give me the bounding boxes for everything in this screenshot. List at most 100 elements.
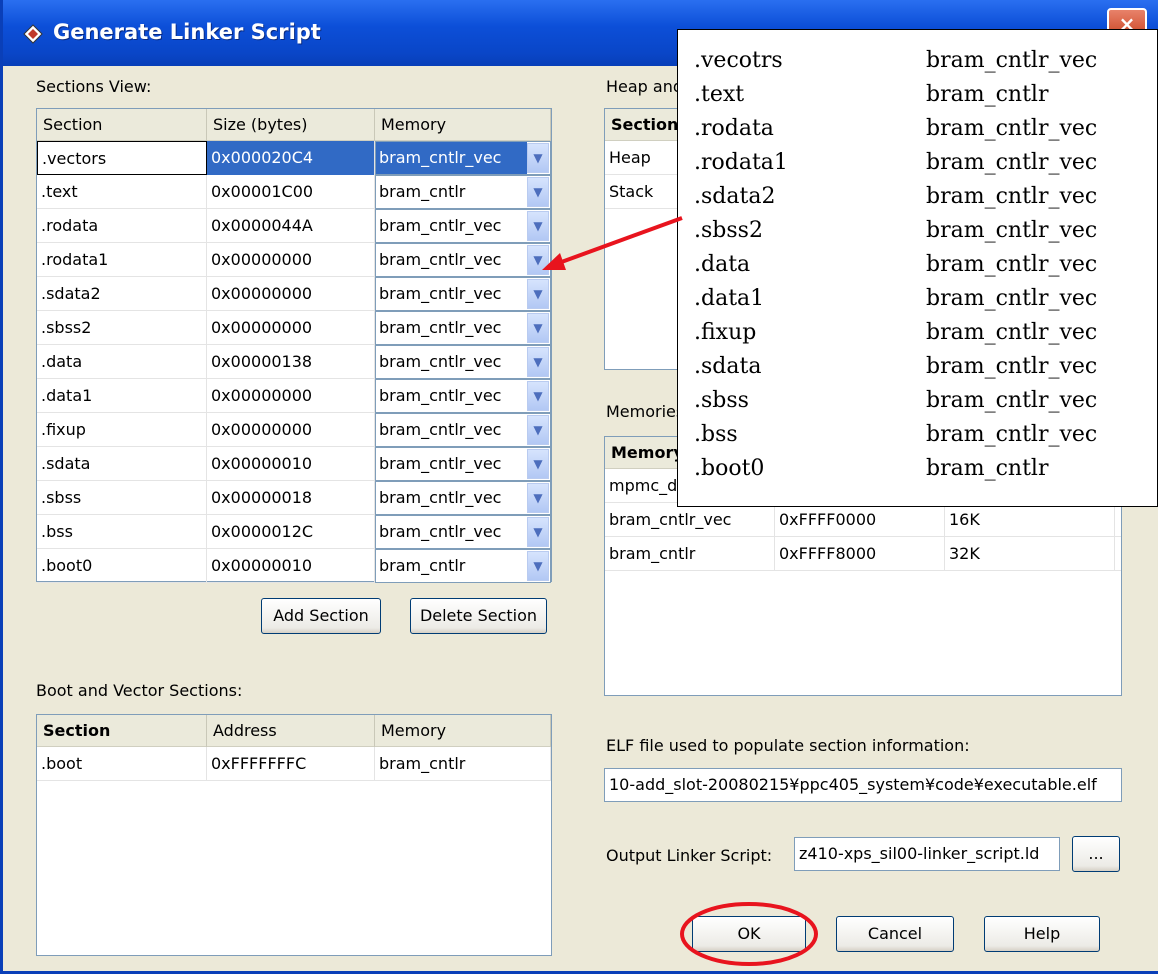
cell-section: .boot <box>37 747 207 781</box>
chevron-down-icon[interactable]: ▼ <box>527 483 549 513</box>
cell-memory-address: 0xFFFF0000 <box>775 503 945 537</box>
chevron-down-icon[interactable]: ▼ <box>527 347 549 377</box>
boot-vector-table: Section Address Memory .boot 0xFFFFFFFC … <box>36 714 552 956</box>
browse-button[interactable]: ... <box>1072 836 1120 872</box>
elf-file-field[interactable]: 10-add_slot-20080215¥ppc405_system¥code¥… <box>604 768 1122 802</box>
table-row[interactable]: bram_cntlr_vec 0xFFFF0000 16K <box>605 503 1121 537</box>
annotation-section: .rodata1 <box>694 150 788 175</box>
memory-select-value: bram_cntlr_vec <box>379 522 502 541</box>
cell-memory-size: 16K <box>945 503 1115 537</box>
boot-vector-label: Boot and Vector Sections: <box>36 681 243 700</box>
column-header-memory[interactable]: Memory <box>375 109 551 141</box>
memory-select[interactable]: bram_cntlr_vec ▼ <box>375 141 551 175</box>
memory-select-value: bram_cntlr <box>379 556 466 575</box>
table-row[interactable]: .sdata 0x00000010 bram_cntlr_vec ▼ <box>37 447 551 481</box>
table-row[interactable]: .sbss 0x00000018 bram_cntlr_vec ▼ <box>37 481 551 515</box>
annotation-list-item: .rodata bram_cntlr_vec <box>694 116 1154 150</box>
table-row[interactable]: .rodata 0x0000044A bram_cntlr_vec ▼ <box>37 209 551 243</box>
annotation-section: .vecotrs <box>694 48 783 73</box>
cancel-button[interactable]: Cancel <box>836 916 954 952</box>
table-row[interactable]: .sdata2 0x00000000 bram_cntlr_vec ▼ <box>37 277 551 311</box>
annotation-memory: bram_cntlr_vec <box>926 116 1098 141</box>
memory-select[interactable]: bram_cntlr_vec ▼ <box>375 379 551 413</box>
memory-select-value: bram_cntlr <box>379 182 466 201</box>
column-header-section[interactable]: Section <box>37 715 207 747</box>
boot-vector-table-header: Section Address Memory <box>37 715 551 747</box>
chevron-down-icon[interactable]: ▼ <box>527 381 549 411</box>
memory-select-value: bram_cntlr_vec <box>379 352 502 371</box>
table-row[interactable]: .rodata1 0x00000000 bram_cntlr_vec ▼ <box>37 243 551 277</box>
cell-section: .fixup <box>37 413 207 447</box>
chevron-down-icon[interactable]: ▼ <box>527 211 549 241</box>
table-row[interactable]: .vectors 0x000020C4 bram_cntlr_vec ▼ <box>37 141 551 175</box>
annotation-memory: bram_cntlr_vec <box>926 218 1098 243</box>
table-row[interactable]: .boot 0xFFFFFFFC bram_cntlr <box>37 747 551 781</box>
column-header-address[interactable]: Address <box>207 715 375 747</box>
chevron-down-icon[interactable]: ▼ <box>527 517 549 547</box>
memory-select[interactable]: bram_cntlr_vec ▼ <box>375 447 551 481</box>
table-row[interactable]: .data1 0x00000000 bram_cntlr_vec ▼ <box>37 379 551 413</box>
annotation-section: .text <box>694 82 745 107</box>
chevron-down-icon[interactable]: ▼ <box>527 551 549 581</box>
table-row[interactable]: .fixup 0x00000000 bram_cntlr_vec ▼ <box>37 413 551 447</box>
chevron-down-icon[interactable]: ▼ <box>527 279 549 309</box>
cell-section: .sbss2 <box>37 311 207 345</box>
annotation-list-item: .text bram_cntlr <box>694 82 1154 116</box>
memory-select[interactable]: bram_cntlr_vec ▼ <box>375 481 551 515</box>
memory-select[interactable]: bram_cntlr_vec ▼ <box>375 243 551 277</box>
table-row[interactable]: .data 0x00000138 bram_cntlr_vec ▼ <box>37 345 551 379</box>
sections-view-label: Sections View: <box>36 77 152 96</box>
cell-size: 0x000020C4 <box>207 141 375 175</box>
annotation-list-item: .sdata2 bram_cntlr_vec <box>694 184 1154 218</box>
memory-select[interactable]: bram_cntlr ▼ <box>375 549 551 583</box>
cell-section: .rodata1 <box>37 243 207 277</box>
add-section-button[interactable]: Add Section <box>261 598 381 634</box>
memory-select-value: bram_cntlr_vec <box>379 250 502 269</box>
help-button[interactable]: Help <box>984 916 1100 952</box>
column-header-memory[interactable]: Memory <box>375 715 551 747</box>
chevron-down-icon[interactable]: ▼ <box>527 143 549 173</box>
delete-section-button[interactable]: Delete Section <box>410 598 547 634</box>
column-header-section[interactable]: Section <box>37 109 207 141</box>
memory-select-value: bram_cntlr_vec <box>379 386 502 405</box>
memory-select[interactable]: bram_cntlr ▼ <box>375 175 551 209</box>
chevron-down-icon[interactable]: ▼ <box>527 245 549 275</box>
cell-memory-size: 32K <box>945 537 1115 571</box>
annotation-section: .data1 <box>694 286 765 311</box>
memories-label: Memories <box>606 402 685 421</box>
memory-select[interactable]: bram_cntlr_vec ▼ <box>375 209 551 243</box>
window-title: Generate Linker Script <box>53 20 321 44</box>
annotation-list-item: .vecotrs bram_cntlr_vec <box>694 48 1154 82</box>
memory-select[interactable]: bram_cntlr_vec ▼ <box>375 277 551 311</box>
table-row[interactable]: .sbss2 0x00000000 bram_cntlr_vec ▼ <box>37 311 551 345</box>
table-row[interactable]: bram_cntlr 0xFFFF8000 32K <box>605 537 1121 571</box>
annotation-section: .sbss2 <box>694 218 763 243</box>
memory-select[interactable]: bram_cntlr_vec ▼ <box>375 345 551 379</box>
memory-select[interactable]: bram_cntlr_vec ▼ <box>375 515 551 549</box>
cell-memory: bram_cntlr <box>375 747 551 781</box>
chevron-down-icon[interactable]: ▼ <box>527 449 549 479</box>
memory-select[interactable]: bram_cntlr_vec ▼ <box>375 413 551 447</box>
cell-size: 0x00000000 <box>207 413 375 447</box>
output-script-field[interactable]: z410-xps_sil00-linker_script.ld <box>794 837 1060 871</box>
column-header-size[interactable]: Size (bytes) <box>207 109 375 141</box>
chevron-down-icon[interactable]: ▼ <box>527 313 549 343</box>
ok-button[interactable]: OK <box>692 916 806 952</box>
sections-table-header: Section Size (bytes) Memory <box>37 109 551 141</box>
chevron-down-icon[interactable]: ▼ <box>527 177 549 207</box>
sections-table: Section Size (bytes) Memory .vectors 0x00… <box>36 108 552 583</box>
annotation-list-item: .data bram_cntlr_vec <box>694 252 1154 286</box>
annotation-list-item: .rodata1 bram_cntlr_vec <box>694 150 1154 184</box>
annotation-list-item: .fixup bram_cntlr_vec <box>694 320 1154 354</box>
annotation-callout: .vecotrs bram_cntlr_vec .text bram_cntlr .ro… <box>677 29 1158 507</box>
table-row[interactable]: .boot0 0x00000010 bram_cntlr ▼ <box>37 549 551 583</box>
cell-memory-name: bram_cntlr <box>605 537 775 571</box>
cell-section: .text <box>37 175 207 209</box>
table-row[interactable]: .bss 0x0000012C bram_cntlr_vec ▼ <box>37 515 551 549</box>
cell-section: .sbss <box>37 481 207 515</box>
table-row[interactable]: .text 0x00001C00 bram_cntlr ▼ <box>37 175 551 209</box>
memory-select[interactable]: bram_cntlr_vec ▼ <box>375 311 551 345</box>
chevron-down-icon[interactable]: ▼ <box>527 415 549 445</box>
elf-file-label: ELF file used to populate section inform… <box>606 736 970 755</box>
cell-section: .sdata <box>37 447 207 481</box>
